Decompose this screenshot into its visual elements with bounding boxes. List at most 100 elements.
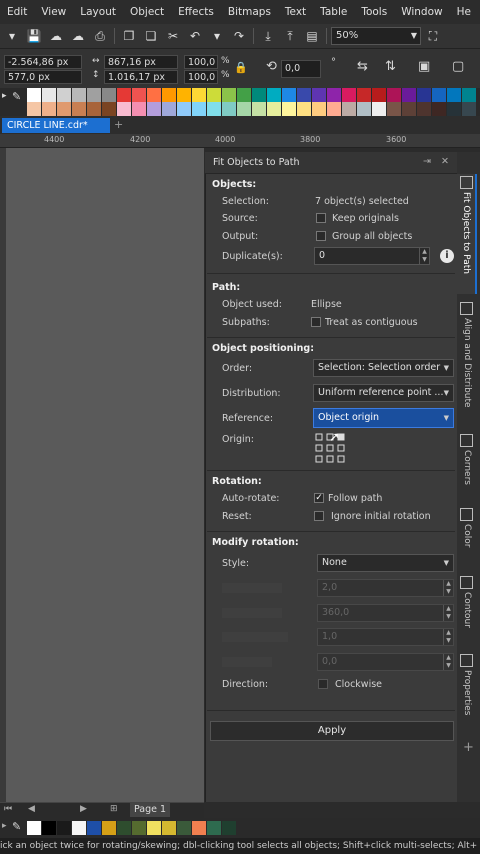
- color-swatch[interactable]: [132, 88, 146, 102]
- color-swatch[interactable]: [27, 821, 41, 835]
- color-swatch[interactable]: [297, 88, 311, 102]
- scale-y-field[interactable]: 100,0: [184, 70, 218, 84]
- color-swatch[interactable]: [462, 88, 476, 102]
- color-swatch[interactable]: [282, 102, 296, 116]
- keep-originals-checkbox[interactable]: [316, 213, 326, 223]
- color-swatch[interactable]: [222, 88, 236, 102]
- color-swatch[interactable]: [162, 88, 176, 102]
- color-swatch[interactable]: [102, 821, 116, 835]
- page-tab[interactable]: Page 1: [130, 803, 170, 817]
- color-swatch[interactable]: [117, 88, 131, 102]
- color-swatch[interactable]: [282, 88, 296, 102]
- color-swatch[interactable]: [207, 88, 221, 102]
- color-swatch[interactable]: [252, 88, 266, 102]
- color-swatch[interactable]: [312, 88, 326, 102]
- tab-align-and-distribute[interactable]: Align and Distribute: [457, 300, 477, 428]
- color-swatch[interactable]: [42, 88, 56, 102]
- print-icon[interactable]: ⎙: [90, 27, 110, 45]
- rotation-angle-field[interactable]: 0,0: [281, 60, 321, 78]
- color-swatch[interactable]: [237, 102, 251, 116]
- clockwise-checkbox[interactable]: [318, 679, 328, 689]
- color-swatch[interactable]: [447, 88, 461, 102]
- ignore-initial-rotation-checkbox[interactable]: [314, 511, 324, 521]
- color-swatch[interactable]: [57, 102, 71, 116]
- distribution-select[interactable]: Uniform reference point ... ▼: [313, 384, 454, 402]
- color-swatch[interactable]: [87, 88, 101, 102]
- color-swatch[interactable]: [72, 88, 86, 102]
- color-swatch[interactable]: [222, 102, 236, 116]
- color-swatch[interactable]: [402, 88, 416, 102]
- color-swatch[interactable]: [432, 88, 446, 102]
- lock-ratio-icon[interactable]: 🔒: [234, 61, 248, 74]
- menu-table[interactable]: Table: [313, 6, 354, 18]
- cloud-upload-icon[interactable]: ☁: [46, 27, 66, 45]
- close-icon[interactable]: ✕: [441, 156, 449, 167]
- color-swatch[interactable]: [87, 821, 101, 835]
- page-prev-icon[interactable]: ◀: [28, 804, 35, 814]
- color-swatch[interactable]: [162, 821, 176, 835]
- color-swatch[interactable]: [447, 102, 461, 116]
- color-swatch[interactable]: [177, 88, 191, 102]
- ungroup-icon[interactable]: ▢: [452, 59, 464, 74]
- add-tab-icon[interactable]: +: [114, 118, 123, 131]
- cut-icon[interactable]: ✂: [163, 27, 183, 45]
- color-swatch[interactable]: [102, 102, 116, 116]
- zoom-level-select[interactable]: 50% ▼: [331, 27, 421, 45]
- info-icon[interactable]: i: [440, 249, 454, 263]
- treat-as-contiguous-checkbox[interactable]: [311, 317, 321, 327]
- menu-object[interactable]: Object: [123, 6, 171, 18]
- cloud-download-icon[interactable]: ☁: [68, 27, 88, 45]
- height-field[interactable]: 1.016,17 px: [104, 70, 178, 84]
- width-field[interactable]: 867,16 px: [104, 55, 178, 69]
- menu-tools[interactable]: Tools: [354, 6, 394, 18]
- scale-x-field[interactable]: 100,0: [184, 55, 218, 69]
- palette-scroll-icon[interactable]: ▸: [2, 821, 7, 831]
- menu-window[interactable]: Window: [394, 6, 449, 18]
- color-swatch[interactable]: [72, 821, 86, 835]
- color-swatch[interactable]: [117, 821, 131, 835]
- color-swatch[interactable]: [177, 102, 191, 116]
- color-swatch[interactable]: [462, 102, 476, 116]
- import-icon[interactable]: ⤓: [258, 27, 278, 45]
- drawing-canvas[interactable]: [6, 148, 204, 802]
- color-swatch[interactable]: [327, 88, 341, 102]
- color-swatch[interactable]: [417, 102, 431, 116]
- expand-icon[interactable]: ⇥: [423, 156, 431, 167]
- color-swatch[interactable]: [402, 102, 416, 116]
- export-icon[interactable]: ⤒: [280, 27, 300, 45]
- color-swatch[interactable]: [357, 88, 371, 102]
- tab-corners[interactable]: Corners: [457, 432, 477, 500]
- tab-fit-objects-to-path[interactable]: Fit Objects to Path: [457, 174, 477, 294]
- pdf-icon[interactable]: ▤: [302, 27, 322, 45]
- color-swatch[interactable]: [177, 821, 191, 835]
- color-swatch[interactable]: [237, 88, 251, 102]
- follow-path-checkbox[interactable]: ✓: [314, 493, 324, 503]
- color-swatch[interactable]: [117, 102, 131, 116]
- color-swatch[interactable]: [267, 102, 281, 116]
- add-page-icon[interactable]: ⊞: [110, 804, 118, 814]
- group-all-objects-checkbox[interactable]: [316, 231, 326, 241]
- color-swatch[interactable]: [192, 821, 206, 835]
- apply-button[interactable]: Apply: [210, 721, 454, 741]
- y-position-field[interactable]: 577,0 px: [4, 70, 82, 84]
- menu-effects[interactable]: Effects: [171, 6, 221, 18]
- color-swatch[interactable]: [432, 102, 446, 116]
- page-next-icon[interactable]: ▶: [80, 804, 87, 814]
- color-swatch[interactable]: [132, 821, 146, 835]
- document-tab[interactable]: CIRCLE LINE.cdr*: [2, 118, 110, 133]
- menu-layout[interactable]: Layout: [73, 6, 123, 18]
- color-swatch[interactable]: [27, 88, 41, 102]
- full-screen-icon[interactable]: ⛶: [423, 27, 443, 45]
- menu-edit[interactable]: Edit: [0, 6, 34, 18]
- color-swatch[interactable]: [252, 102, 266, 116]
- color-swatch[interactable]: [27, 102, 41, 116]
- eyedropper-icon[interactable]: ✎: [12, 820, 21, 833]
- color-swatch[interactable]: [102, 88, 116, 102]
- color-swatch[interactable]: [342, 102, 356, 116]
- tab-properties[interactable]: Properties: [457, 652, 477, 732]
- x-position-field[interactable]: -2.564,86 px: [4, 55, 82, 69]
- color-swatch[interactable]: [192, 88, 206, 102]
- redo-icon[interactable]: ↷: [229, 27, 249, 45]
- color-swatch[interactable]: [357, 102, 371, 116]
- color-swatch[interactable]: [327, 102, 341, 116]
